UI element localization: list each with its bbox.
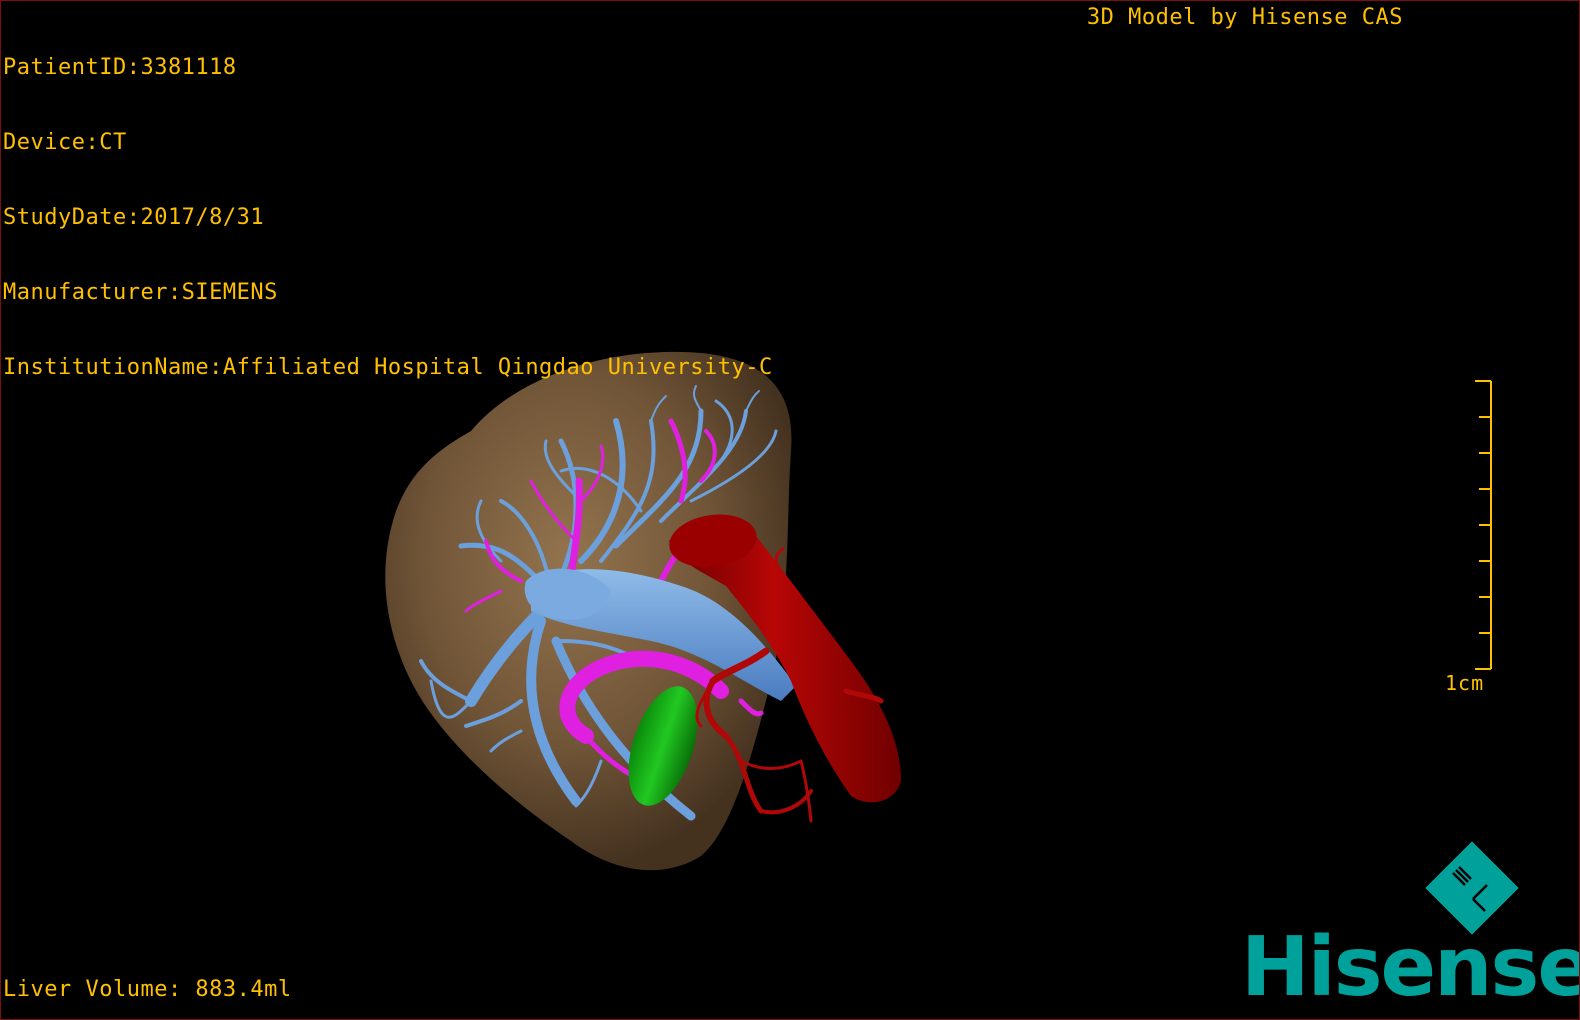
institution-text: InstitutionName:Affiliated Hospital Qing…: [3, 355, 773, 380]
manufacturer-text: Manufacturer:SIEMENS: [3, 280, 278, 305]
3d-viewport[interactable]: PatientID:3381118 Device:CT StudyDate:20…: [0, 0, 1580, 1020]
study-date-text: StudyDate:2017/8/31: [3, 205, 265, 230]
scale-bar: [1475, 380, 1492, 670]
model-caption: 3D Model by Hisense CAS: [1086, 5, 1403, 30]
dicom-info-overlay: PatientID:3381118 Device:CT StudyDate:20…: [3, 5, 773, 430]
liver-volume-text: Liver Volume: 883.4ml: [3, 977, 292, 1002]
scale-label: 1cm: [1445, 671, 1485, 695]
patient-id-text: PatientID:3381118: [3, 55, 237, 80]
hisense-logo-wordmark: Hisense: [1241, 920, 1580, 1015]
device-text: Device:CT: [3, 130, 127, 155]
